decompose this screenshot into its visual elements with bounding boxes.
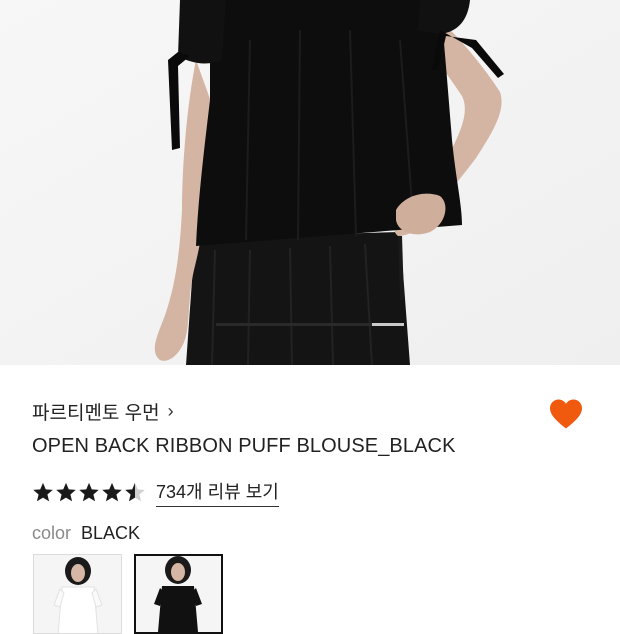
brand-name: 파르티멘토 우먼 — [32, 402, 160, 424]
star-icon — [56, 482, 76, 502]
selected-color-value: BLACK — [81, 523, 141, 543]
swatch-black-thumbnail — [136, 556, 221, 632]
chevron-right-icon: › — [167, 401, 174, 421]
product-main-image[interactable] — [0, 0, 620, 365]
favorite-button[interactable] — [546, 394, 586, 434]
review-link[interactable]: 734개 리뷰 보기 — [156, 478, 279, 507]
model-photo — [0, 0, 620, 365]
product-title: OPEN BACK RIBBON PUFF BLOUSE_BLACK — [32, 435, 456, 457]
color-swatch-white[interactable] — [33, 554, 122, 634]
gallery-progress-bar — [216, 323, 404, 326]
brand-link[interactable]: 파르티멘토 우먼 › — [32, 396, 174, 426]
swatch-white-thumbnail — [34, 555, 121, 633]
star-icon — [102, 482, 122, 502]
color-selector-label: color BLACK — [32, 523, 140, 544]
star-icon — [125, 482, 145, 502]
heart-icon — [550, 399, 582, 429]
color-swatch-black[interactable] — [134, 554, 223, 634]
star-rating — [32, 481, 146, 503]
rating-row: 734개 리뷰 보기 — [32, 478, 279, 507]
star-icon — [33, 482, 53, 502]
star-icon — [79, 482, 99, 502]
color-label: color — [32, 523, 72, 543]
gallery-progress-fill — [216, 323, 373, 326]
